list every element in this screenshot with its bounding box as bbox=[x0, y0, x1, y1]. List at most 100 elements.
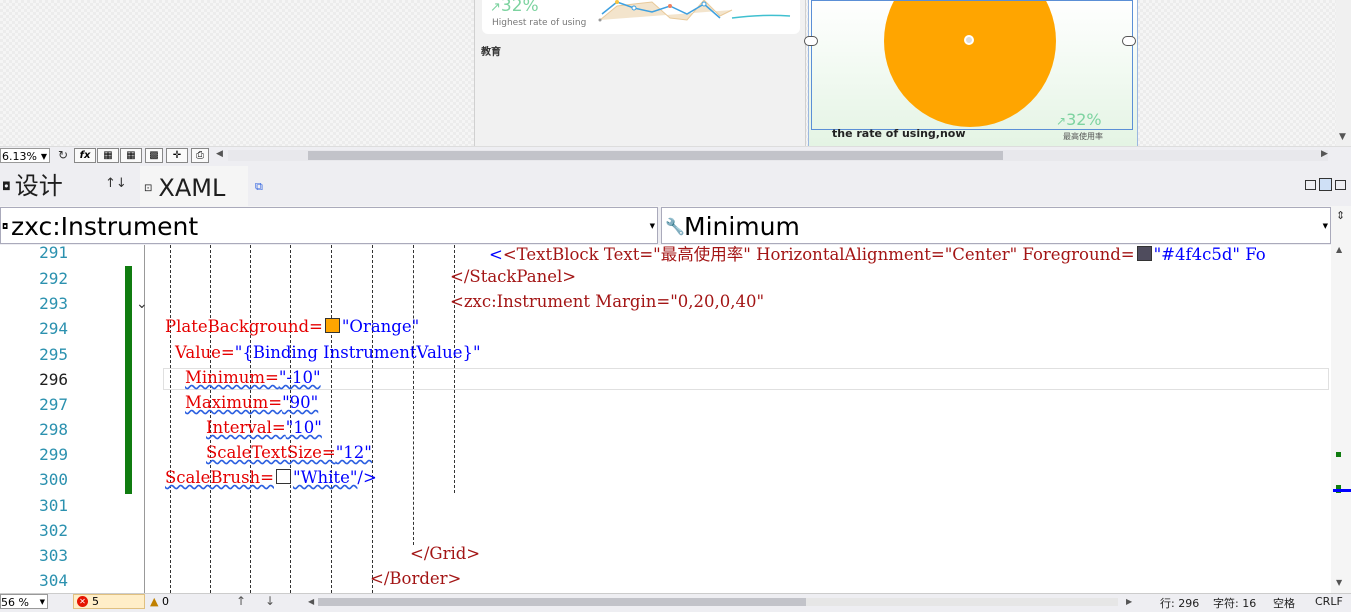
zoom-combo[interactable]: 6.13% ▼ bbox=[0, 148, 50, 163]
tab-xaml-label: XAML bbox=[158, 174, 226, 202]
card2-percent: ↗32% bbox=[1056, 110, 1102, 129]
card1-percent: ↗32% bbox=[490, 0, 539, 16]
editor-scroll-thumb[interactable] bbox=[318, 598, 806, 606]
member-selector-value: Minimum bbox=[684, 212, 800, 241]
code-line-294[interactable]: PlateBackground= "Orange" bbox=[165, 317, 419, 336]
code-line-300[interactable]: ScaleBrush= "White"/> bbox=[165, 468, 377, 487]
tab-design[interactable]: ◘ 设计 bbox=[0, 166, 95, 206]
grid-snap-button[interactable]: ▦ bbox=[120, 148, 142, 163]
scroll-down-icon[interactable]: ▼ bbox=[1336, 578, 1342, 587]
attr-value: "12" bbox=[335, 443, 372, 462]
editor-zoom-combo[interactable]: 56 % ▼ bbox=[0, 594, 48, 609]
code-line-293[interactable]: <zxc:Instrument Margin="0,20,0,40" bbox=[450, 292, 764, 311]
chevron-down-icon: ▼ bbox=[1322, 222, 1328, 230]
indent-guide bbox=[170, 245, 171, 593]
scroll-right-icon[interactable]: ▶ bbox=[1321, 149, 1328, 159]
chevron-down-icon: ▼ bbox=[40, 152, 47, 161]
tag-end: /> bbox=[357, 468, 377, 487]
chevron-down-icon: ▼ bbox=[649, 222, 655, 230]
attr-name: ScaleBrush= bbox=[165, 468, 274, 487]
refresh-icon[interactable]: ↻ bbox=[58, 148, 68, 162]
line-number: 302 bbox=[39, 521, 68, 540]
designer-vertical-scrollbar[interactable]: ▼ bbox=[1336, 0, 1351, 146]
design-tab-icon: ◘ bbox=[2, 180, 11, 193]
tab-xaml[interactable]: ⊡ XAML bbox=[140, 166, 248, 206]
error-count[interactable]: ✕ 5 bbox=[73, 594, 145, 609]
member-selector-combo[interactable]: 🔧 Minimum ▼ bbox=[661, 207, 1331, 244]
project-code-button[interactable]: ⎙ bbox=[191, 148, 209, 163]
attr-value: "White" bbox=[292, 468, 358, 487]
attr-name: Maximum= bbox=[185, 393, 283, 412]
code-line-291[interactable]: <<TextBlock Text="最高使用率" HorizontalAlign… bbox=[489, 245, 1266, 265]
warning-count-value: 0 bbox=[161, 595, 169, 608]
collapse-toggle-icon[interactable]: ⌄ bbox=[136, 296, 148, 312]
line-number: 303 bbox=[39, 546, 68, 565]
card1-category-label: 教育 bbox=[481, 47, 501, 58]
split-icon[interactable]: ⇕ bbox=[1336, 209, 1345, 222]
layout-vertical-icon[interactable] bbox=[1305, 180, 1316, 190]
code-line-299[interactable]: ScaleTextSize="12" bbox=[206, 443, 372, 462]
attr-name: Value= bbox=[175, 343, 235, 362]
chevron-down-icon: ▼ bbox=[39, 598, 45, 606]
color-swatch[interactable] bbox=[1136, 246, 1152, 261]
scroll-left-icon[interactable]: ◀ bbox=[308, 597, 314, 606]
indent-mode[interactable]: 空格 bbox=[1273, 595, 1295, 611]
line-number-current: 296 bbox=[39, 370, 68, 389]
fx-button[interactable]: fx bbox=[74, 148, 96, 163]
swap-panes-icon[interactable]: ↑↓ bbox=[105, 176, 127, 191]
cursor-line: 行: 296 bbox=[1160, 597, 1200, 610]
warning-count[interactable]: ▲ 0 bbox=[150, 595, 169, 608]
attr-value: "{Binding InstrumentValue}" bbox=[234, 343, 481, 362]
trend-icon: ↗ bbox=[1056, 114, 1067, 128]
anchor-right-icon[interactable] bbox=[1122, 36, 1136, 46]
xaml-code-editor[interactable]: 291 292 293 294 295 296 297 298 299 300 … bbox=[0, 245, 1331, 593]
code-line-297[interactable]: Maximum="90" bbox=[185, 393, 318, 412]
code-line-292[interactable]: </StackPanel> bbox=[450, 267, 576, 286]
scroll-marker bbox=[1336, 452, 1341, 457]
code-line-295[interactable]: Value="{Binding InstrumentValue}" bbox=[175, 343, 481, 362]
editor-vertical-scrollbar[interactable]: ⇕ ▲ ▼ bbox=[1331, 207, 1351, 593]
scroll-right-icon[interactable]: ▶ bbox=[1126, 597, 1132, 606]
zoom-value: 6.13% bbox=[2, 150, 37, 163]
tab-design-label: 设计 bbox=[14, 172, 63, 200]
line-number: 301 bbox=[39, 496, 68, 515]
code-line-303[interactable]: </Grid> bbox=[410, 544, 480, 563]
snap-lines-button[interactable]: ✛ bbox=[166, 148, 188, 163]
caret-marker bbox=[1333, 489, 1351, 492]
layout-horizontal-icon[interactable] bbox=[1319, 178, 1332, 191]
card2-title: the rate of using,now bbox=[832, 127, 966, 140]
collapse-pane-icon[interactable] bbox=[1335, 180, 1346, 190]
color-swatch[interactable] bbox=[324, 318, 340, 333]
line-number: 304 bbox=[39, 571, 68, 590]
code-line-304[interactable]: </Border> bbox=[370, 569, 461, 588]
next-issue-icon[interactable]: ↓ bbox=[265, 594, 275, 608]
grid-button[interactable]: ▦ bbox=[97, 148, 119, 163]
popout-icon[interactable]: ⧉ bbox=[255, 180, 263, 194]
anchor-left-icon[interactable] bbox=[804, 36, 818, 46]
scroll-up-icon[interactable]: ▲ bbox=[1336, 245, 1342, 254]
code-line-296[interactable]: Minimum="-10" bbox=[185, 368, 321, 387]
designer-scroll-thumb[interactable] bbox=[308, 151, 1003, 160]
color-swatch[interactable] bbox=[275, 469, 291, 484]
scroll-down-icon[interactable]: ▼ bbox=[1339, 132, 1346, 142]
trend-icon: ↗ bbox=[490, 0, 501, 15]
line-number: 293 bbox=[39, 294, 68, 313]
attr-value: "Orange" bbox=[341, 317, 420, 336]
attr-name: Minimum= bbox=[185, 368, 279, 387]
line-number: 291 bbox=[39, 245, 68, 262]
cursor-char: 字符: 16 bbox=[1213, 597, 1257, 610]
line-number: 294 bbox=[39, 319, 68, 338]
line-ending[interactable]: CRLF bbox=[1315, 595, 1343, 608]
code-text: <TextBlock Text="最高使用率" HorizontalAlignm… bbox=[502, 245, 1135, 264]
card2-caption: 最高使用率 bbox=[1063, 132, 1103, 141]
previous-issue-icon[interactable]: ↑ bbox=[236, 594, 246, 608]
code-line-298[interactable]: Interval="10" bbox=[206, 418, 322, 437]
line-number: 298 bbox=[39, 420, 68, 439]
element-selector-combo[interactable]: ◘ zxc:Instrument ▼ bbox=[0, 207, 658, 244]
attr-name: PlateBackground= bbox=[165, 317, 323, 336]
artboard-bg-button[interactable]: ▩ bbox=[145, 148, 163, 163]
scroll-left-icon[interactable]: ◀ bbox=[216, 149, 223, 159]
attr-name: Interval= bbox=[206, 418, 286, 437]
attr-name: ScaleTextSize= bbox=[206, 443, 336, 462]
xaml-tab-icon: ⊡ bbox=[144, 183, 153, 194]
